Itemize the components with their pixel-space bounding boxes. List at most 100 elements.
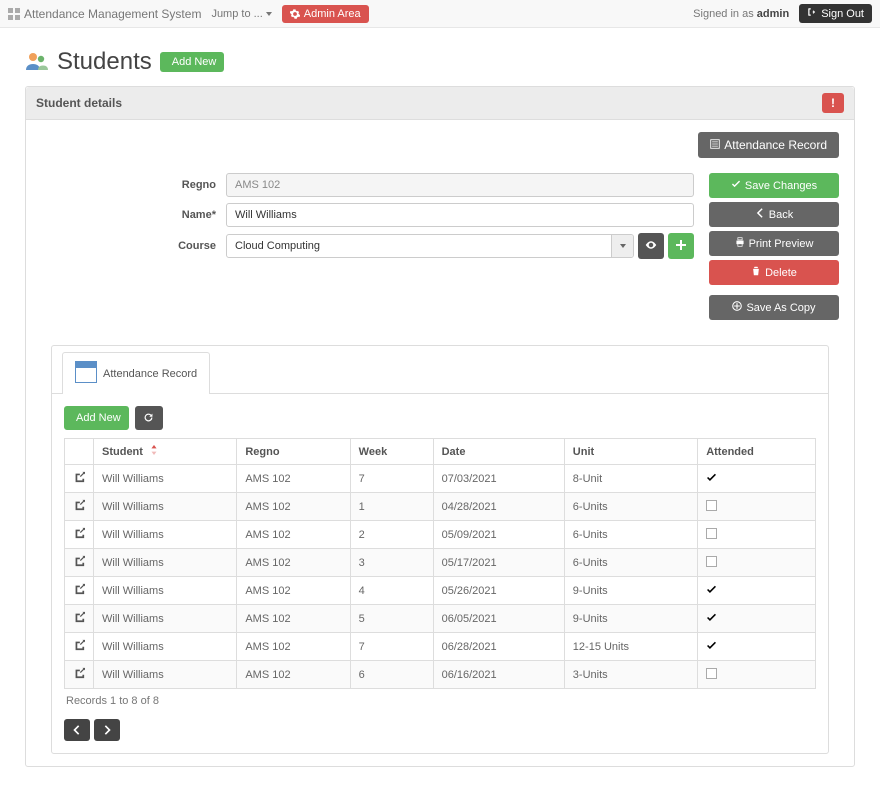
list-icon <box>710 138 720 152</box>
table-row: Will WilliamsAMS 102104/28/20216-Units <box>65 493 816 521</box>
cell-student: Will Williams <box>94 521 237 549</box>
cell-regno: AMS 102 <box>237 465 350 493</box>
sort-asc-icon <box>150 445 158 458</box>
save-button[interactable]: Save Changes <box>709 173 839 198</box>
unchecked-icon <box>706 528 717 539</box>
open-record-link[interactable] <box>73 471 85 483</box>
plus-icon <box>675 239 687 254</box>
view-course-button[interactable] <box>638 233 664 259</box>
cell-regno: AMS 102 <box>237 549 350 577</box>
copy-icon <box>732 301 742 314</box>
print-preview-button[interactable]: Print Preview <box>709 231 839 256</box>
cell-date: 04/28/2021 <box>433 493 564 521</box>
admin-area-button[interactable]: Admin Area <box>282 5 369 23</box>
regno-label: Regno <box>166 179 226 191</box>
page-title: Students <box>57 48 152 76</box>
jump-to-dropdown[interactable]: Jump to ... <box>211 8 271 20</box>
admin-area-label: Admin Area <box>304 8 361 20</box>
signed-in-text: Signed in as admin <box>693 8 789 20</box>
cell-date: 07/03/2021 <box>433 465 564 493</box>
attendance-record-button[interactable]: Attendance Record <box>698 132 839 158</box>
col-attended[interactable]: Attended <box>698 439 816 465</box>
print-icon <box>735 237 745 250</box>
unchecked-icon <box>706 668 717 679</box>
cell-unit: 3-Units <box>564 661 697 689</box>
check-icon <box>731 179 741 192</box>
sign-out-button[interactable]: Sign Out <box>799 4 872 23</box>
regno-field[interactable] <box>226 173 694 197</box>
cell-student: Will Williams <box>94 633 237 661</box>
cell-week: 6 <box>350 661 433 689</box>
attendance-record-label: Attendance Record <box>724 138 827 152</box>
tab-attendance-record[interactable]: Attendance Record <box>62 352 210 394</box>
chevron-left-icon <box>73 723 81 738</box>
eye-icon <box>645 239 657 254</box>
col-week[interactable]: Week <box>350 439 433 465</box>
pager-next-button[interactable] <box>94 719 120 741</box>
open-record-link[interactable] <box>73 527 85 539</box>
attendance-child-panel: Attendance Record Add New <box>51 345 829 754</box>
records-footer: Records 1 to 8 of 8 <box>64 689 816 713</box>
calendar-icon <box>75 361 97 386</box>
unchecked-icon <box>706 500 717 511</box>
add-new-label: Add New <box>172 56 217 68</box>
cell-unit: 9-Units <box>564 577 697 605</box>
add-course-button[interactable] <box>668 233 694 259</box>
check-icon <box>706 642 717 654</box>
open-record-link[interactable] <box>73 555 85 567</box>
cell-week: 7 <box>350 633 433 661</box>
brand-link[interactable]: Attendance Management System <box>8 7 201 21</box>
cell-unit: 9-Units <box>564 605 697 633</box>
back-button[interactable]: Back <box>709 202 839 227</box>
open-record-link[interactable] <box>73 639 85 651</box>
cell-regno: AMS 102 <box>237 521 350 549</box>
course-label: Course <box>166 240 226 252</box>
name-label: Name* <box>166 209 226 221</box>
open-record-link[interactable] <box>73 667 85 679</box>
top-navbar: Attendance Management System Jump to ...… <box>0 0 880 28</box>
save-as-copy-button[interactable]: Save As Copy <box>709 295 839 320</box>
cell-unit: 6-Units <box>564 549 697 577</box>
col-date[interactable]: Date <box>433 439 564 465</box>
cell-unit: 6-Units <box>564 493 697 521</box>
alert-icon: ! <box>831 96 835 110</box>
col-student[interactable]: Student <box>94 439 237 465</box>
table-row: Will WilliamsAMS 102205/09/20216-Units <box>65 521 816 549</box>
add-new-record-button[interactable]: Add New <box>64 406 129 430</box>
signout-icon <box>807 7 817 20</box>
cell-date: 05/17/2021 <box>433 549 564 577</box>
caret-down-icon <box>266 12 272 16</box>
cell-student: Will Williams <box>94 661 237 689</box>
add-new-student-button[interactable]: Add New <box>160 52 225 72</box>
cell-regno: AMS 102 <box>237 493 350 521</box>
cell-attended <box>698 577 816 605</box>
col-regno[interactable]: Regno <box>237 439 350 465</box>
cell-student: Will Williams <box>94 549 237 577</box>
open-record-link[interactable] <box>73 583 85 595</box>
open-record-link[interactable] <box>73 499 85 511</box>
cell-student: Will Williams <box>94 577 237 605</box>
cell-week: 2 <box>350 521 433 549</box>
chevron-left-icon <box>755 208 765 221</box>
student-details-panel: Student details ! Attendance Record Regn… <box>25 86 855 767</box>
table-row: Will WilliamsAMS 102707/03/20218-Unit <box>65 465 816 493</box>
col-unit[interactable]: Unit <box>564 439 697 465</box>
cell-attended <box>698 605 816 633</box>
alert-button[interactable]: ! <box>822 93 844 113</box>
cell-date: 05/26/2021 <box>433 577 564 605</box>
cell-regno: AMS 102 <box>237 661 350 689</box>
pager-prev-button[interactable] <box>64 719 90 741</box>
side-actions: Save Changes Back Print Preview Delete <box>709 173 839 320</box>
cell-date: 05/09/2021 <box>433 521 564 549</box>
cell-student: Will Williams <box>94 465 237 493</box>
course-dropdown[interactable]: Cloud Computing <box>226 234 634 258</box>
refresh-icon <box>143 411 154 426</box>
check-icon <box>706 614 717 626</box>
delete-button[interactable]: Delete <box>709 260 839 285</box>
table-row: Will WilliamsAMS 102706/28/202112-15 Uni… <box>65 633 816 661</box>
cell-attended <box>698 493 816 521</box>
open-record-link[interactable] <box>73 611 85 623</box>
name-field[interactable] <box>226 203 694 227</box>
refresh-button[interactable] <box>135 406 163 430</box>
chevron-right-icon <box>103 723 111 738</box>
